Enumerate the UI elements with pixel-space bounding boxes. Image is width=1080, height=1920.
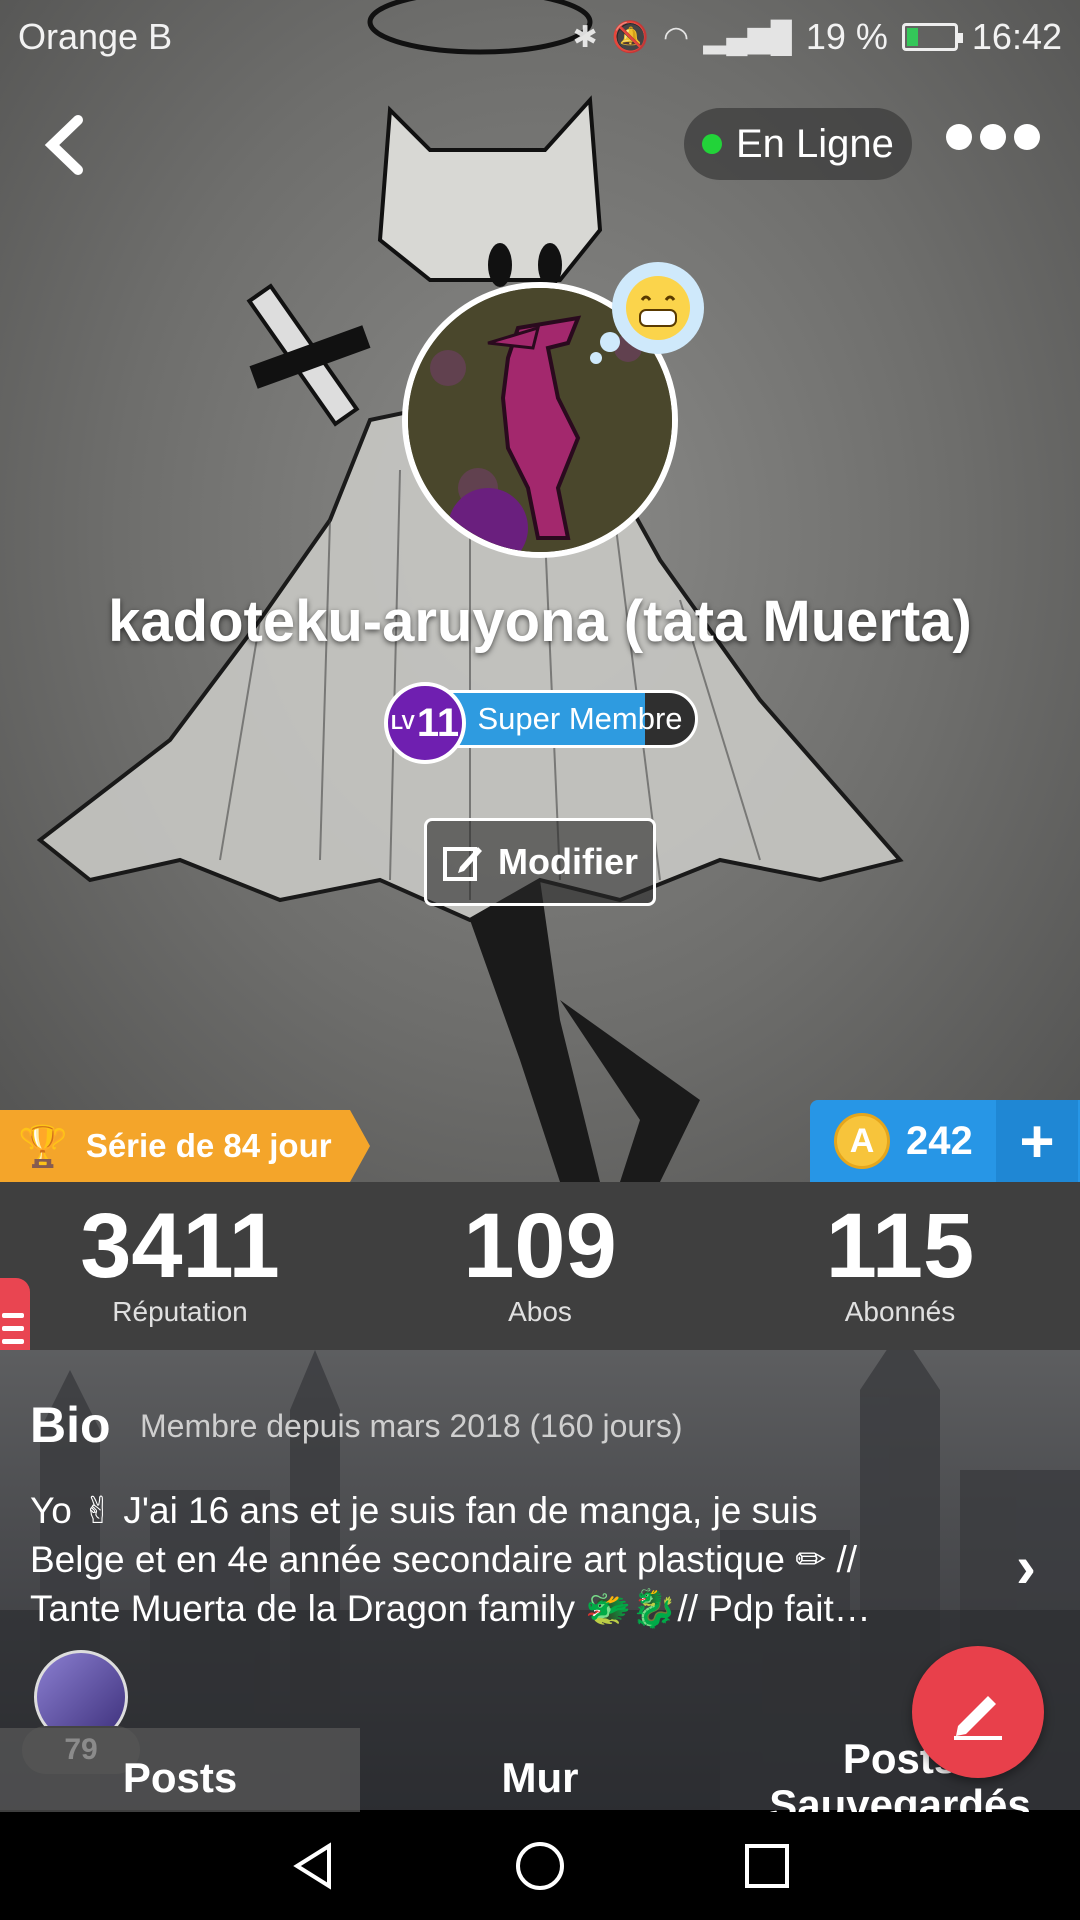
username: kadoteku-aruyona (tata Muerta) xyxy=(108,589,972,654)
add-coins-button[interactable]: + xyxy=(996,1100,1078,1182)
dot-icon xyxy=(946,124,972,150)
nav-recents-icon[interactable] xyxy=(739,1838,795,1894)
level-badge: LV 11 xyxy=(384,682,466,764)
coins-widget[interactable]: A 242 + xyxy=(810,1100,1080,1182)
stat-value: 3411 xyxy=(80,1195,280,1297)
edit-profile-button[interactable]: Modifier xyxy=(424,818,656,906)
system-nav-bar xyxy=(0,1812,1080,1920)
stat-label: Réputation xyxy=(112,1296,248,1327)
clock: 16:42 xyxy=(971,16,1062,57)
back-button[interactable] xyxy=(40,110,100,180)
stats-row: 3411 Réputation 109 Abos 115 Abonnés xyxy=(0,1182,1080,1350)
stat-label: Abonnés xyxy=(844,1296,956,1327)
stat-reputation[interactable]: 3411 Réputation xyxy=(0,1182,360,1350)
coin-icon: A xyxy=(834,1113,890,1169)
compose-button[interactable] xyxy=(912,1646,1044,1778)
nav-back-icon[interactable] xyxy=(285,1838,341,1894)
stat-following[interactable]: 109 Abos xyxy=(360,1182,720,1350)
mood-emoji-icon[interactable] xyxy=(588,258,718,368)
online-status[interactable]: En Ligne xyxy=(684,108,912,180)
bluetooth-icon: ✱ xyxy=(572,20,598,54)
wifi-icon: ◠ xyxy=(663,20,690,54)
streak-label: Série de 84 jour xyxy=(85,1127,332,1164)
battery-percent: 19 % xyxy=(805,16,888,57)
level-number: 11 xyxy=(416,700,460,745)
bio-line: Belge et en 4e année secondaire art plas… xyxy=(30,1539,858,1580)
bio-line: Yo ✌ J'ai 16 ans et je suis fan de manga… xyxy=(30,1490,818,1531)
menu-line-icon xyxy=(2,1312,24,1318)
signal-icon: ▂▄▆█ xyxy=(703,20,792,54)
chevron-right-icon[interactable]: › xyxy=(1016,1532,1036,1601)
tab-wall[interactable]: Mur xyxy=(360,1728,720,1812)
bio-title: Bio xyxy=(30,1397,111,1453)
menu-line-icon xyxy=(2,1325,24,1331)
mute-icon: 🔕 xyxy=(611,20,649,54)
stat-value: 109 xyxy=(463,1195,617,1297)
bio-text: Yo ✌ J'ai 16 ans et je suis fan de manga… xyxy=(30,1486,980,1633)
carrier-name: Orange B xyxy=(18,16,173,57)
stat-label: Abos xyxy=(508,1296,572,1327)
status-bar: Orange B ✱ 🔕 ◠ ▂▄▆█ 19 % 16:42 xyxy=(0,0,1080,74)
nav-home-icon[interactable] xyxy=(512,1838,568,1894)
level-badge-group[interactable]: Super Membre LV 11 xyxy=(384,682,698,764)
trophy-icon: 🏆 xyxy=(18,1124,68,1169)
level-prefix: LV xyxy=(390,711,415,734)
stat-followers[interactable]: 115 Abonnés xyxy=(720,1182,1080,1350)
pencil-icon xyxy=(954,1696,1002,1740)
menu-line-icon xyxy=(2,1338,24,1344)
member-since: Membre depuis mars 2018 (160 jours) xyxy=(140,1408,683,1444)
edit-label: Modifier xyxy=(498,841,638,882)
edit-icon xyxy=(443,847,482,881)
coin-balance: 242 xyxy=(906,1118,973,1163)
bio-line: Tante Muerta de la Dragon family 🐲🐉// Pd… xyxy=(30,1588,871,1629)
dot-icon xyxy=(1014,124,1040,150)
online-label: En Ligne xyxy=(736,121,894,166)
online-dot-icon xyxy=(702,134,722,154)
stat-value: 115 xyxy=(825,1195,975,1297)
streak-banner[interactable]: 🏆 Série de 84 jour xyxy=(0,1110,370,1182)
battery-icon xyxy=(901,23,963,51)
dot-icon xyxy=(980,124,1006,150)
tab-posts[interactable]: Posts xyxy=(0,1728,360,1812)
more-options-button[interactable] xyxy=(946,124,1040,150)
chevron-left-icon xyxy=(44,115,83,175)
